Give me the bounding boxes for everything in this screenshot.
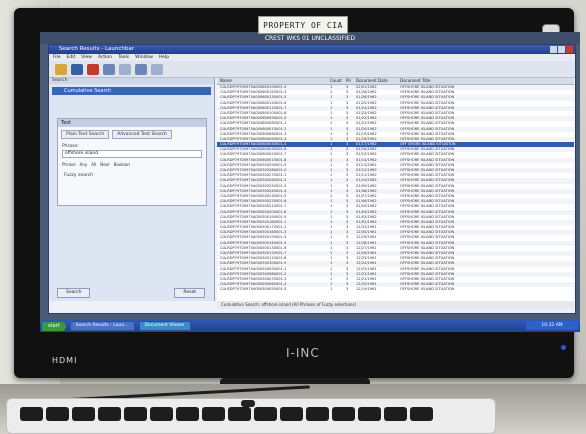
- key: [254, 407, 277, 421]
- keyboard: [6, 398, 496, 434]
- table-row[interactable]: CIA-RDP79T00975A000500050001-5 1 3 12/19/19…: [217, 287, 574, 292]
- menu-bar: File Edit View Action Tools Window Help: [49, 54, 575, 61]
- photo-scene: CREST WKS 01 UNCLASSIFIED Search Results…: [0, 0, 586, 434]
- taskbar-item-search-results[interactable]: Search Results - Laun...: [69, 321, 135, 331]
- property-sticker: PROPERTY OF CIA: [258, 16, 348, 34]
- match-options: Phrase Any All Near Boolean: [58, 159, 206, 170]
- cell-name: CIA-RDP79T00975A000500050001-5: [220, 287, 287, 292]
- status-bar: Cumulative Search: offshore island (All …: [217, 301, 574, 309]
- monitor: CREST WKS 01 UNCLASSIFIED Search Results…: [14, 8, 580, 378]
- search-button[interactable]: Search: [57, 288, 91, 298]
- delete-icon[interactable]: [87, 63, 99, 75]
- key: [384, 407, 407, 421]
- cell-pri: 3: [346, 287, 349, 292]
- window-controls: [550, 46, 573, 53]
- key: [306, 407, 329, 421]
- copy-icon[interactable]: [103, 63, 115, 75]
- phrase-input[interactable]: offshore island: [62, 150, 202, 158]
- cell-count: 1: [330, 287, 333, 292]
- close-button[interactable]: [566, 46, 573, 53]
- function-keys: [20, 407, 433, 421]
- maximize-button[interactable]: [558, 46, 565, 53]
- monitor-brand: I-INC: [286, 346, 320, 360]
- cell-title: OFFSHORE ISLAND SITUATION: [400, 287, 455, 292]
- key: [332, 407, 355, 421]
- key: [202, 407, 225, 421]
- taskbar: start Search Results - Laun... Document …: [40, 320, 580, 332]
- text-pane-title: Text: [58, 119, 206, 127]
- window-titlebar[interactable]: Search Results - Launchbar: [49, 45, 575, 54]
- menu-action[interactable]: Action: [98, 54, 112, 61]
- menu-edit[interactable]: Edit: [67, 54, 76, 61]
- key: [150, 407, 173, 421]
- key: [20, 407, 43, 421]
- search-panel: Search Cumulative Search Text Plain Text…: [49, 78, 215, 301]
- menu-tools[interactable]: Tools: [118, 54, 129, 61]
- fuzzy-search-checkbox[interactable]: Fuzzy search: [58, 173, 206, 178]
- start-button[interactable]: start: [42, 321, 66, 331]
- menu-view[interactable]: View: [81, 54, 92, 61]
- menu-file[interactable]: File: [53, 54, 61, 61]
- app-window: Search Results - Launchbar File Edit Vie…: [48, 44, 576, 314]
- key: [410, 407, 433, 421]
- menu-help[interactable]: Help: [159, 54, 169, 61]
- radio-boolean[interactable]: Boolean: [114, 162, 130, 167]
- key: [176, 407, 199, 421]
- column-document-date[interactable]: Document Date: [356, 78, 400, 84]
- key: [72, 407, 95, 421]
- column-count[interactable]: Count: [330, 78, 346, 84]
- text-pane: Text Plain Text Search Advanced Text Sea…: [57, 118, 207, 206]
- key: [358, 407, 381, 421]
- reset-button[interactable]: Reset: [174, 288, 205, 298]
- hdmi-label: HDMI: [52, 356, 78, 365]
- window-title: Search Results - Launchbar: [59, 46, 135, 52]
- radio-any[interactable]: Any: [80, 162, 88, 167]
- key: [46, 407, 69, 421]
- column-name[interactable]: Name: [217, 78, 330, 84]
- power-led-icon: [561, 345, 566, 350]
- cell-date: 12/19/1961: [356, 287, 377, 292]
- paste-icon[interactable]: [119, 63, 131, 75]
- column-document-title[interactable]: Document Title: [400, 78, 574, 84]
- search-icon[interactable]: [71, 63, 83, 75]
- results-header: Name Count Pri Document Date Document Ti…: [217, 78, 574, 85]
- key: [124, 407, 147, 421]
- system-tray-clock: 10:32 AM: [526, 321, 578, 330]
- minimize-button[interactable]: [550, 46, 557, 53]
- screen: CREST WKS 01 UNCLASSIFIED Search Results…: [40, 32, 580, 332]
- search-tabs: Plain Text Search Advanced Text Search: [58, 127, 206, 142]
- print-icon[interactable]: [135, 63, 147, 75]
- radio-near[interactable]: Near: [100, 162, 110, 167]
- hp-logo-icon: [241, 400, 255, 407]
- column-pri[interactable]: Pri: [346, 78, 356, 84]
- key: [228, 407, 251, 421]
- taskbar-item-document-viewer[interactable]: Document Viewer: [138, 321, 191, 331]
- search-actions: Search Reset: [57, 288, 205, 298]
- phrase-label: Phrase:: [62, 144, 79, 149]
- key: [280, 407, 303, 421]
- cumulative-search-bar[interactable]: Cumulative Search: [52, 87, 211, 95]
- key: [98, 407, 121, 421]
- menu-window[interactable]: Window: [135, 54, 153, 61]
- toolbar: [49, 61, 575, 78]
- folder-icon[interactable]: [55, 63, 67, 75]
- export-icon[interactable]: [151, 63, 163, 75]
- radio-phrase[interactable]: Phrase: [62, 162, 76, 167]
- tab-advanced-text-search[interactable]: Advanced Text Search: [112, 130, 172, 139]
- results-rows: CIA-RDP79T00975A000600190001-9 1 3 02/01/19…: [217, 85, 574, 293]
- search-panel-header: Search: [49, 78, 214, 84]
- results-table: Name Count Pri Document Date Document Ti…: [217, 78, 574, 301]
- radio-all[interactable]: All: [91, 162, 96, 167]
- tab-plain-text-search[interactable]: Plain Text Search: [61, 130, 110, 139]
